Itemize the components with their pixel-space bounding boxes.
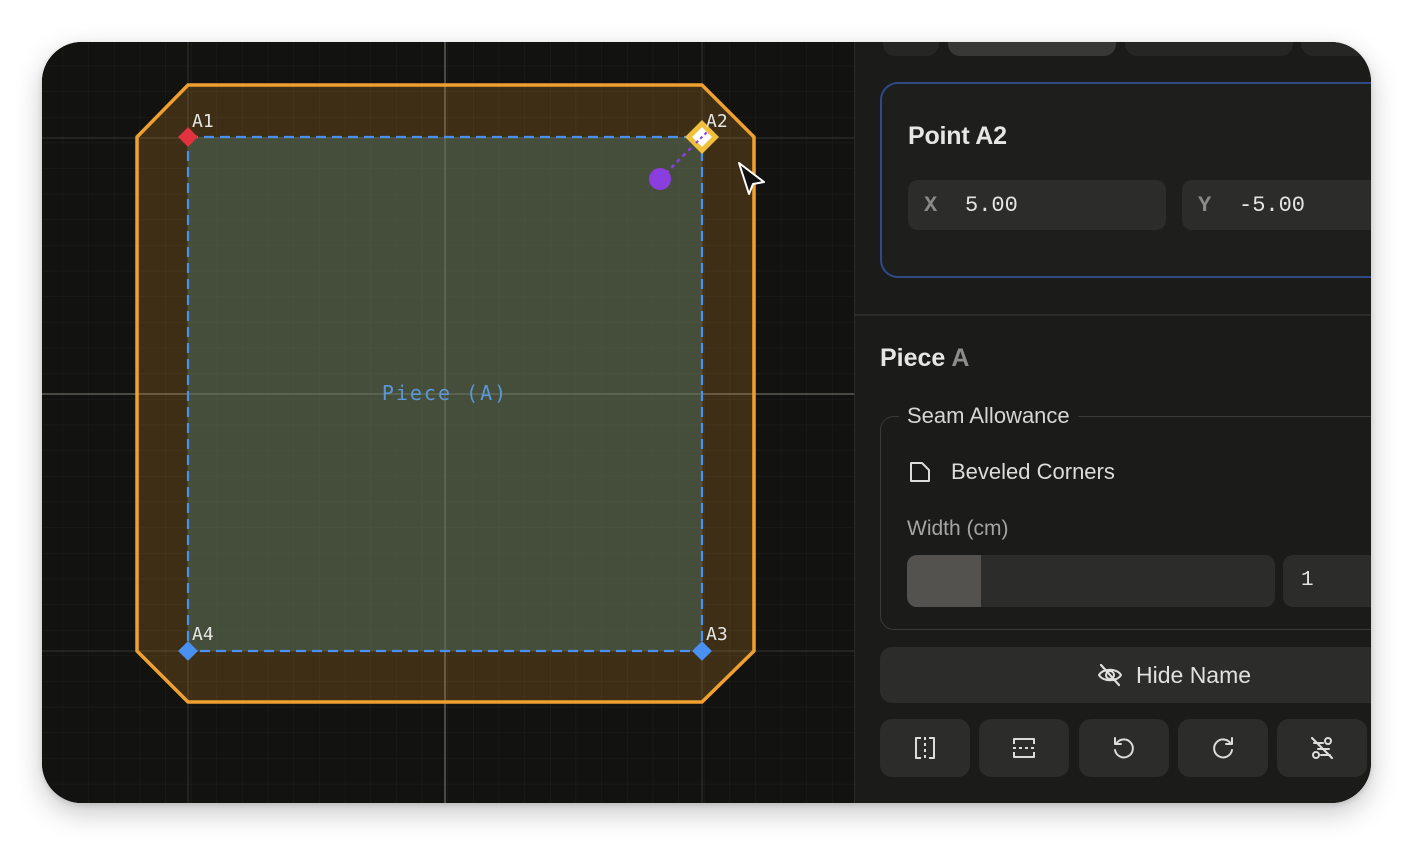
flip-horizontal-icon [915,737,935,759]
hide-name-label: Hide Name [1136,661,1252,688]
hide-name-button[interactable]: Hide Name [880,647,1371,703]
x-coordinate-field[interactable]: X 5.00 [908,180,1166,230]
x-value[interactable]: 5.00 [965,193,1018,218]
rotate-ccw-button[interactable] [1079,719,1169,777]
panel-tab[interactable] [1301,42,1371,56]
width-slider-fill [907,555,981,607]
corner-style-option[interactable]: Beveled Corners [907,459,1115,485]
seam-allowance-group: Seam Allowance Beveled Corners Width (cm… [880,403,1371,630]
y-coordinate-field[interactable]: Y -5.00 [1182,180,1371,230]
unlink-points-icon [1310,736,1334,760]
pattern-canvas[interactable]: Piece (A) A1 A2 A3 A4 [42,42,854,803]
point-card: Point A2 X 5.00 Y -5.00 [880,82,1371,278]
eye-off-icon [1098,663,1122,687]
rotate-cw-button[interactable] [1178,719,1268,777]
point-a2-label: A2 [706,111,728,132]
corner-style-label: Beveled Corners [951,459,1115,484]
point-a4-label: A4 [192,624,214,645]
point-title: Point A2 [908,122,1007,150]
panel-tab-active[interactable] [948,42,1116,56]
beveled-corner-icon [910,462,930,482]
properties-panel: Point A2 X 5.00 Y -5.00 Piece A Seam All… [854,42,1371,803]
flip-horizontal-button[interactable] [880,719,970,777]
panel-tab[interactable] [1125,42,1293,56]
width-input[interactable]: 1 [1283,555,1371,607]
piece-title: Piece A [880,344,969,373]
canvas-drawing[interactable]: Piece (A) A1 A2 A3 A4 [42,42,854,803]
y-value[interactable]: -5.00 [1239,193,1305,218]
piece-name-label[interactable]: Piece (A) [382,381,508,405]
x-axis-label: X [924,193,938,218]
panel-tab[interactable] [883,42,939,56]
point-a3-label: A3 [706,624,728,645]
flip-vertical-button[interactable] [979,719,1069,777]
piece-title-prefix: Piece [880,344,946,372]
seam-allowance-legend: Seam Allowance [899,403,1078,429]
app-window: Piece (A) A1 A2 A3 A4 Point A2 X 5.00 Y … [42,42,1371,803]
y-axis-label: Y [1198,193,1212,218]
flip-vertical-icon [1013,738,1035,758]
point-a1-label: A1 [192,111,214,132]
control-handle[interactable] [649,168,671,190]
rotate-cw-icon [1213,737,1233,759]
width-input-value[interactable]: 1 [1301,569,1314,592]
piece-title-letter: A [951,344,970,372]
panel-divider [855,314,1371,316]
unlink-points-button[interactable] [1277,719,1367,777]
width-label: Width (cm) [907,517,1009,540]
width-slider[interactable] [907,555,1275,607]
rotate-ccw-icon [1114,737,1134,759]
